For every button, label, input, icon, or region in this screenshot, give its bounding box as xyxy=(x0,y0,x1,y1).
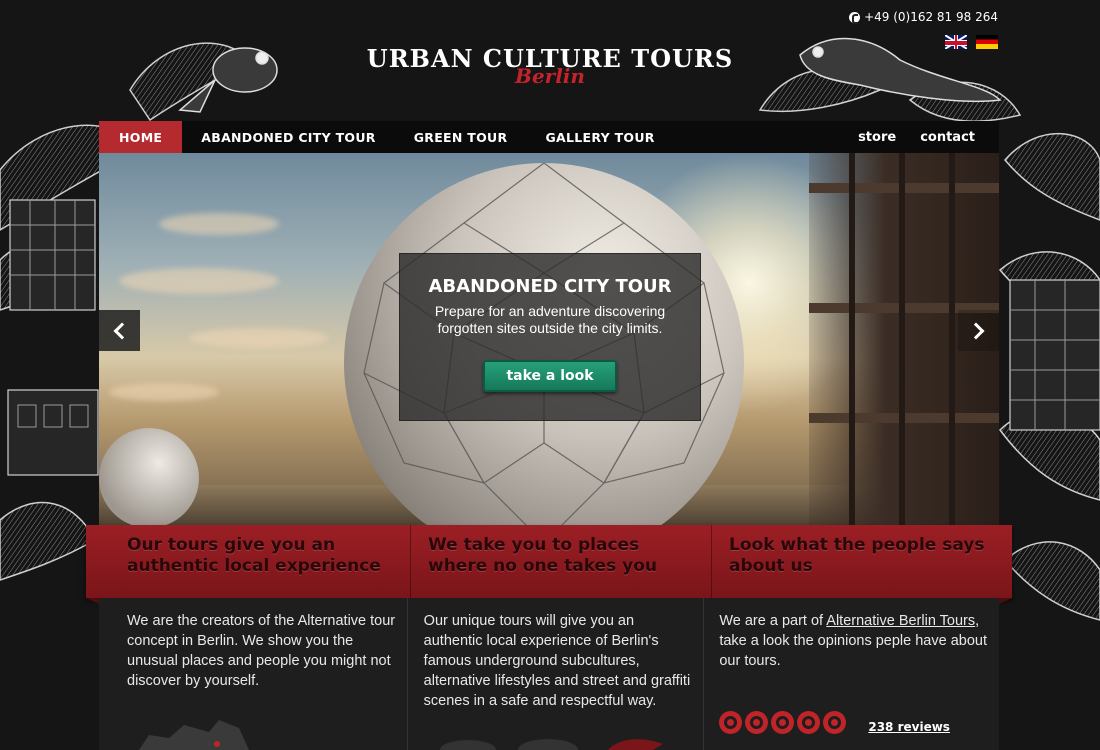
rating-circle-icon xyxy=(771,711,795,734)
phone-number: +49 (0)162 81 98 264 xyxy=(864,10,998,24)
slider-prev-button[interactable] xyxy=(99,310,140,351)
hero-image-cloud xyxy=(119,268,279,294)
hero-image-cloud xyxy=(189,328,329,348)
feature-column: Our unique tours will give you an authen… xyxy=(408,598,705,750)
hero-image-small-dome xyxy=(99,428,199,525)
feature-text: Our unique tours will give you an authen… xyxy=(423,613,691,709)
rating-circle-icon xyxy=(797,711,821,734)
feature-text: We are a part of Alternative Berlin Tour… xyxy=(719,613,987,669)
feature-heading-cell: Look what the people says about us xyxy=(712,525,1012,598)
feature-heading-cell: Our tours give you an authentic local ex… xyxy=(86,525,411,598)
slide-description: Prepare for an adventure discovering for… xyxy=(434,303,666,336)
feature-heading: Our tours give you an authentic local ex… xyxy=(127,535,381,576)
hero-image-cloud xyxy=(159,213,279,235)
rating-circle-icon xyxy=(823,711,847,734)
phone-contact[interactable]: +49 (0)162 81 98 264 xyxy=(849,10,998,24)
hero-image-cloud xyxy=(109,383,219,401)
reviews-link[interactable]: 238 reviews xyxy=(868,720,950,734)
feature-heading: We take you to places where no one takes… xyxy=(428,535,657,576)
rating-circle-icon xyxy=(745,711,769,734)
feature-column: We are a part of Alternative Berlin Tour… xyxy=(704,598,999,750)
take-a-look-button[interactable]: take a look xyxy=(483,360,617,392)
alternative-berlin-tours-link[interactable]: Alternative Berlin Tours xyxy=(826,613,975,629)
ribbon-fold-left xyxy=(86,598,99,604)
phone-icon xyxy=(849,11,861,24)
nav-utility: store contact xyxy=(846,121,999,153)
ribbon-fold-right xyxy=(999,598,1012,604)
rating-circles xyxy=(719,711,847,734)
nav-item-abandoned-city-tour[interactable]: ABANDONED CITY TOUR xyxy=(182,121,394,153)
nav-item-contact[interactable]: contact xyxy=(908,121,999,153)
nav-item-gallery-tour[interactable]: GALLERY TOUR xyxy=(526,121,673,153)
feature-text: We are the creators of the Alternative t… xyxy=(127,613,396,689)
subculture-illustration-icon xyxy=(439,739,663,750)
main-nav: HOME ABANDONED CITY TOUR GREEN TOUR GALL… xyxy=(99,121,999,153)
features-banner: Our tours give you an authentic local ex… xyxy=(86,525,1012,598)
nav-item-home[interactable]: HOME xyxy=(99,121,183,153)
logo-subtitle: Berlin xyxy=(515,64,585,88)
nav-item-green-tour[interactable]: GREEN TOUR xyxy=(395,121,527,153)
slider-next-button[interactable] xyxy=(958,310,999,351)
germany-map-icon xyxy=(139,720,249,750)
feature-heading-cell: We take you to places where no one takes… xyxy=(411,525,712,598)
feature-column: We are the creators of the Alternative t… xyxy=(99,598,408,750)
slide-title: ABANDONED CITY TOUR xyxy=(428,276,672,297)
features-content: We are the creators of the Alternative t… xyxy=(99,598,999,750)
chevron-right-icon xyxy=(967,322,985,339)
rating-circle-icon xyxy=(719,711,743,734)
nav-item-store[interactable]: store xyxy=(846,121,908,153)
feature-heading: Look what the people says about us xyxy=(729,535,985,576)
hero-slider: ABANDONED CITY TOUR Prepare for an adven… xyxy=(99,153,999,525)
slide-caption: ABANDONED CITY TOUR Prepare for an adven… xyxy=(399,253,701,421)
chevron-left-icon xyxy=(113,322,131,339)
